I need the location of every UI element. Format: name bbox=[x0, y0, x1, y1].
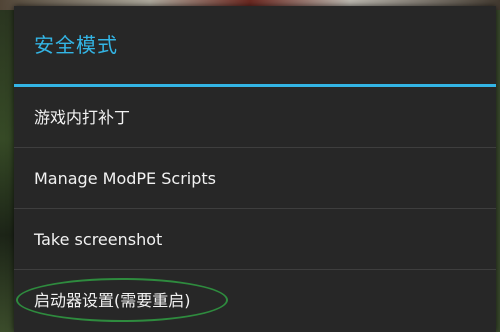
dialog-title: 安全模式 bbox=[34, 33, 118, 57]
menu-item-label: 游戏内打补丁 bbox=[34, 108, 131, 127]
safe-mode-dialog: 安全模式 游戏内打补丁 Manage ModPE Scripts Take sc… bbox=[14, 6, 496, 332]
menu-item-manage-modpe-scripts[interactable]: Manage ModPE Scripts bbox=[14, 149, 496, 209]
menu-item-take-screenshot[interactable]: Take screenshot bbox=[14, 210, 496, 270]
menu-item-launcher-settings[interactable]: 启动器设置(需要重启) bbox=[14, 271, 496, 331]
menu-divider bbox=[14, 208, 496, 209]
game-background-left bbox=[0, 10, 14, 332]
menu-item-label: Manage ModPE Scripts bbox=[34, 169, 216, 188]
game-background-right bbox=[496, 10, 500, 332]
menu-divider bbox=[14, 269, 496, 270]
menu-divider bbox=[14, 147, 496, 148]
menu-item-label: Take screenshot bbox=[34, 230, 163, 249]
title-divider bbox=[14, 84, 496, 87]
menu-item-label: 启动器设置(需要重启) bbox=[34, 291, 191, 310]
menu-item-patch-in-game[interactable]: 游戏内打补丁 bbox=[14, 88, 496, 148]
